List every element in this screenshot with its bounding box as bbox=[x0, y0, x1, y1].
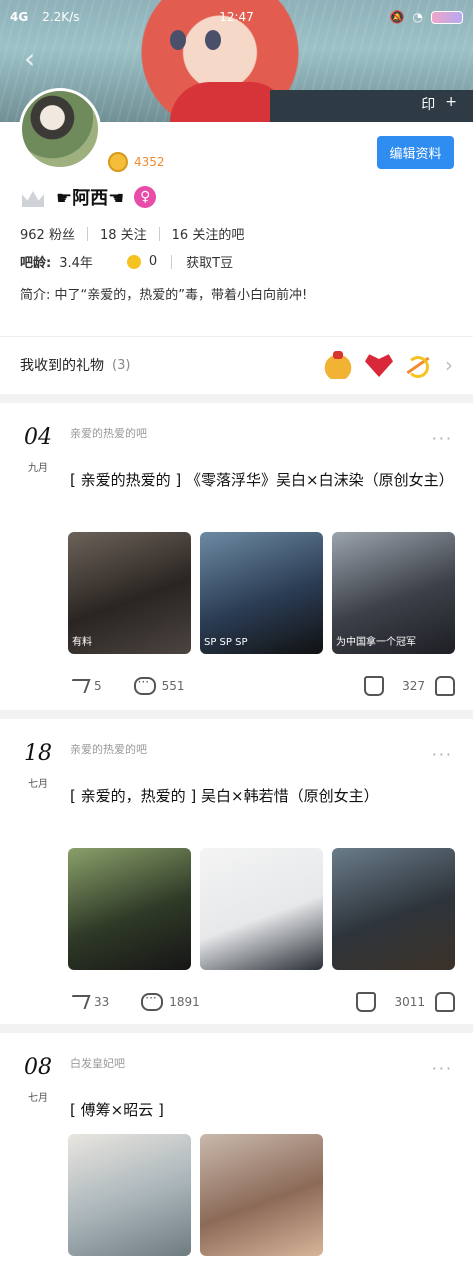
more-icon[interactable]: ··· bbox=[432, 745, 453, 764]
banner-actions: 印 + bbox=[421, 94, 457, 114]
post-image[interactable]: 有料 bbox=[68, 532, 191, 654]
share-count: 33 bbox=[94, 995, 110, 1009]
share-icon bbox=[67, 679, 91, 693]
dislike-action[interactable] bbox=[435, 676, 455, 696]
more-icon[interactable]: ··· bbox=[432, 429, 453, 448]
post-day: 08 bbox=[24, 1055, 52, 1080]
like-count: 327 bbox=[402, 679, 425, 693]
post-image[interactable] bbox=[68, 848, 191, 970]
thumbs-up-icon bbox=[364, 676, 385, 696]
image-caption: 为中国拿一个冠军 bbox=[336, 637, 416, 648]
get-tdou-link[interactable]: 获取T豆 bbox=[186, 252, 233, 271]
post-title[interactable]: [ 傅筹×昭云 ] bbox=[70, 1097, 455, 1123]
comment-count: 551 bbox=[161, 679, 185, 693]
image-caption: SP SP SP bbox=[204, 637, 248, 648]
post-month: 九月 bbox=[28, 463, 48, 474]
post-title[interactable]: [ 亲爱的热爱的 ] 《零落浮华》吴白×白沫染（原创女主） bbox=[70, 467, 455, 493]
post-title[interactable]: [ 亲爱的，热爱的 ] 吴白×韩若惜（原创女主） bbox=[70, 783, 455, 809]
comment-icon bbox=[141, 991, 164, 1011]
like-action[interactable]: 3011 bbox=[356, 992, 425, 1012]
comment-action[interactable]: 551 bbox=[133, 675, 185, 695]
post-forum[interactable]: 亲爱的热爱的吧 bbox=[70, 741, 147, 757]
add-button[interactable]: + bbox=[445, 94, 457, 114]
post-month: 七月 bbox=[28, 779, 48, 790]
following-count[interactable]: 18 关注 bbox=[100, 224, 147, 243]
section-gap bbox=[0, 394, 473, 403]
share-icon bbox=[67, 995, 91, 1009]
comment-action[interactable]: 1891 bbox=[141, 991, 200, 1011]
gifts-title: 我收到的礼物 bbox=[20, 358, 104, 374]
status-bar: 4G 2.2K/s 12:47 🔕 ◔ bbox=[0, 0, 473, 34]
share-action[interactable]: 33 bbox=[67, 995, 110, 1009]
post-day: 18 bbox=[24, 741, 52, 766]
coin-icon bbox=[108, 152, 128, 172]
followed-bars-count[interactable]: 16 关注的吧 bbox=[172, 224, 245, 243]
post-forum[interactable]: 白发皇妃吧 bbox=[70, 1055, 125, 1071]
username: ☛阿西☚ bbox=[56, 188, 125, 209]
coin-count: 4352 bbox=[134, 155, 165, 169]
avatar[interactable] bbox=[19, 88, 101, 170]
cupid-bow-gift-icon bbox=[403, 352, 431, 378]
tdou-count: 0 bbox=[148, 254, 158, 269]
battery-icon bbox=[431, 10, 463, 24]
post-images bbox=[68, 848, 455, 970]
post-forum[interactable]: 亲爱的热爱的吧 bbox=[70, 425, 147, 441]
stats-row: 962 粉丝 18 关注 16 关注的吧 bbox=[20, 224, 244, 243]
post-actions: 5 551 327 bbox=[67, 673, 455, 699]
thumbs-down-icon bbox=[435, 676, 455, 696]
divider bbox=[158, 226, 160, 241]
bar-age-value: 3.4年 bbox=[59, 256, 93, 271]
post-image[interactable] bbox=[332, 848, 455, 970]
thumbs-down-icon bbox=[435, 992, 455, 1012]
bio: 简介: 中了“亲爱的，热爱的”毒，带着小白向前冲! bbox=[20, 288, 308, 303]
gift-icons bbox=[321, 351, 431, 379]
share-action[interactable]: 5 bbox=[67, 679, 102, 693]
section-gap bbox=[0, 710, 473, 719]
clock: 12:47 bbox=[219, 10, 254, 24]
edit-profile-button[interactable]: 编辑资料 bbox=[377, 136, 454, 169]
heart-gift-icon bbox=[365, 354, 393, 377]
thumbs-up-icon bbox=[356, 992, 377, 1012]
tdou-icon bbox=[126, 254, 141, 269]
gifts-row[interactable]: 我收到的礼物 (3) › bbox=[0, 338, 473, 392]
info-row: 吧龄: 3.4年 0 获取T豆 bbox=[20, 252, 233, 271]
female-icon: ♀ bbox=[134, 186, 157, 208]
stamp-button[interactable]: 印 bbox=[421, 94, 435, 114]
post-image[interactable]: 为中国拿一个冠军 bbox=[332, 532, 455, 654]
post-images: 有料 SP SP SP 为中国拿一个冠军 bbox=[68, 532, 455, 654]
divider bbox=[171, 254, 173, 269]
back-chevron-icon[interactable]: ‹ bbox=[24, 44, 54, 74]
crown-icon[interactable] bbox=[20, 185, 46, 209]
dislike-action[interactable] bbox=[435, 992, 455, 1012]
post-image[interactable] bbox=[68, 1134, 191, 1256]
post-image[interactable]: SP SP SP bbox=[200, 532, 323, 654]
like-count: 3011 bbox=[394, 995, 425, 1009]
comment-icon bbox=[133, 675, 156, 695]
divider bbox=[0, 336, 473, 337]
post-images bbox=[68, 1134, 323, 1256]
like-action[interactable]: 327 bbox=[364, 676, 425, 696]
share-count: 5 bbox=[94, 679, 102, 693]
bar-age-label: 吧龄: bbox=[20, 256, 52, 271]
post-actions: 33 1891 3011 bbox=[67, 989, 455, 1015]
gifts-count: (3) bbox=[112, 357, 131, 373]
post-month: 七月 bbox=[28, 1093, 48, 1104]
name-row: ☛阿西☚ ♀ bbox=[20, 182, 157, 212]
comment-count: 1891 bbox=[169, 995, 200, 1009]
section-gap bbox=[0, 1024, 473, 1033]
post-image[interactable] bbox=[200, 848, 323, 970]
divider bbox=[86, 226, 88, 241]
bell-gift-icon bbox=[321, 351, 355, 379]
image-caption: 有料 bbox=[72, 637, 92, 648]
post-day: 04 bbox=[24, 425, 52, 450]
post-image[interactable] bbox=[200, 1134, 323, 1256]
fans-count[interactable]: 962 粉丝 bbox=[20, 224, 75, 243]
coin-badge[interactable]: 4352 bbox=[108, 152, 165, 172]
chevron-right-icon: › bbox=[445, 353, 453, 377]
more-icon[interactable]: ··· bbox=[432, 1059, 453, 1078]
